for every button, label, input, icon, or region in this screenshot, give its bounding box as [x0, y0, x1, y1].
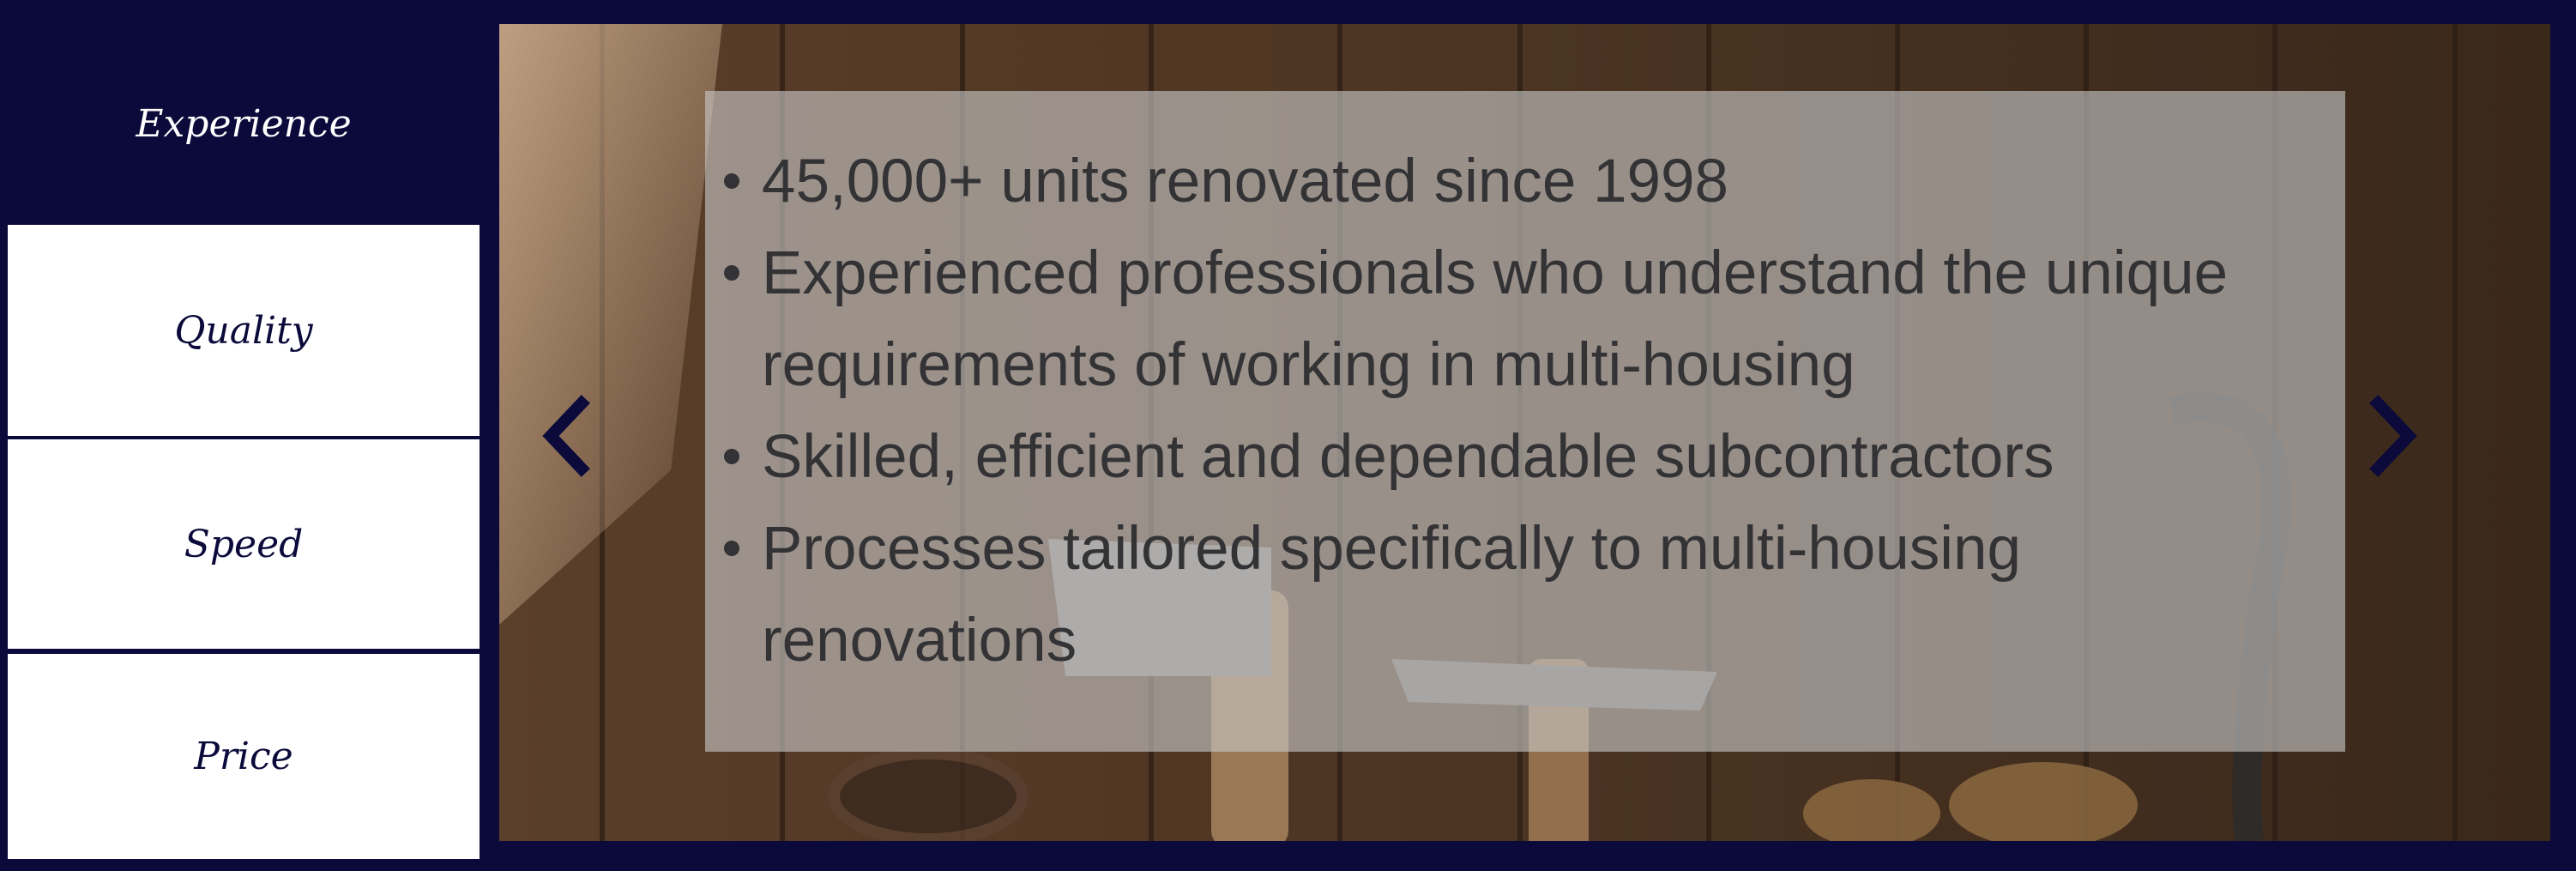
bullet-item: Experienced professionals who understand…	[724, 227, 2311, 411]
tab-experience-label: Experience	[136, 101, 352, 146]
tab-experience[interactable]: Experience	[8, 24, 480, 223]
bullet-item: Processes tailored specifically to multi…	[724, 503, 2311, 687]
tab-quality[interactable]: Quality	[8, 225, 480, 436]
bullet-item: 45,000+ units renovated since 1998	[724, 136, 2311, 227]
tab-speed-label: Speed	[184, 522, 304, 566]
tab-price-label: Price	[194, 735, 293, 778]
content-slider: Experience Quality Speed Price 45,000+ u…	[0, 0, 2576, 871]
tab-quality-label: Quality	[174, 308, 313, 353]
tab-speed[interactable]: Speed	[8, 439, 480, 649]
prev-slide-button[interactable]	[537, 393, 597, 479]
bullet-item: Skilled, efficient and dependable subcon…	[724, 411, 2311, 503]
tab-price[interactable]: Price	[8, 654, 480, 859]
experience-bullet-list: 45,000+ units renovated since 1998 Exper…	[724, 136, 2311, 687]
slide-panel: 45,000+ units renovated since 1998 Exper…	[499, 24, 2550, 841]
chevron-right-icon	[2369, 395, 2417, 477]
slide-text-overlay: 45,000+ units renovated since 1998 Exper…	[705, 91, 2345, 752]
chevron-left-icon	[542, 395, 590, 477]
feature-tab-list: Experience Quality Speed Price	[8, 24, 480, 859]
next-slide-button[interactable]	[2362, 393, 2422, 479]
